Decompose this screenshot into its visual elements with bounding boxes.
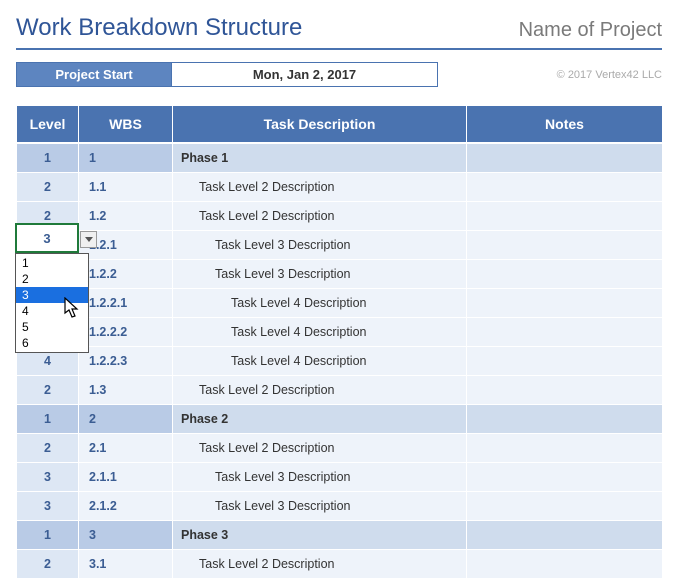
cell-notes[interactable] [467,433,663,462]
cell-level[interactable]: 2 [17,172,79,201]
cell-wbs[interactable]: 1.3 [79,375,173,404]
table-row: 21.1Task Level 2 Description [17,172,663,201]
cell-level[interactable]: 1 [17,520,79,549]
cell-wbs[interactable]: 1.2.2.1 [79,288,173,317]
table-row: 21.2Task Level 2 Description [17,201,663,230]
cell-level[interactable]: 3 [17,462,79,491]
cell-level[interactable]: 2 [17,375,79,404]
cell-notes[interactable] [467,172,663,201]
cell-wbs[interactable]: 1 [79,143,173,172]
cell-wbs[interactable]: 1.2 [79,201,173,230]
cell-level[interactable]: 2 [17,433,79,462]
cell-notes[interactable] [467,230,663,259]
table-row: 12Phase 2 [17,404,663,433]
cell-wbs[interactable]: 2 [79,404,173,433]
table-row: 41.2.2.2Task Level 4 Description [17,317,663,346]
table-row: 21.3Task Level 2 Description [17,375,663,404]
cell-wbs[interactable]: 3.1 [79,549,173,578]
col-desc[interactable]: Task Description [173,106,467,144]
table-row: 13Phase 3 [17,520,663,549]
dropdown-option[interactable]: 3 [16,287,88,303]
cell-notes[interactable] [467,346,663,375]
dropdown-option[interactable]: 2 [16,271,88,287]
cell-notes[interactable] [467,201,663,230]
table-row: 41.2.2.3Task Level 4 Description [17,346,663,375]
cell-desc[interactable]: Task Level 2 Description [173,375,467,404]
cell-notes[interactable] [467,317,663,346]
level-dropdown[interactable]: 123456 [15,253,89,353]
cell-desc[interactable]: Task Level 4 Description [173,317,467,346]
active-cell-value: 3 [43,231,50,246]
cell-notes[interactable] [467,143,663,172]
cell-desc[interactable]: Phase 1 [173,143,467,172]
cell-wbs[interactable]: 2.1.1 [79,462,173,491]
project-start-value[interactable]: Mon, Jan 2, 2017 [172,62,438,87]
cell-desc[interactable]: Phase 2 [173,404,467,433]
cell-notes[interactable] [467,375,663,404]
cell-desc[interactable]: Task Level 4 Description [173,346,467,375]
table-row: 31.2.1Task Level 3 Description [17,230,663,259]
cell-level[interactable]: 3 [17,491,79,520]
project-start-label: Project Start [16,62,172,87]
table-row: 31.2.2Task Level 3 Description [17,259,663,288]
cell-desc[interactable]: Task Level 3 Description [173,491,467,520]
cell-desc[interactable]: Task Level 2 Description [173,172,467,201]
table-row: 41.2.2.1Task Level 4 Description [17,288,663,317]
cell-notes[interactable] [467,259,663,288]
project-name: Name of Project [519,19,662,42]
copyright: © 2017 Vertex42 LLC [557,69,662,81]
table-row: 32.1.1Task Level 3 Description [17,462,663,491]
cell-level[interactable]: 2 [17,549,79,578]
cell-desc[interactable]: Task Level 3 Description [173,230,467,259]
cell-level[interactable]: 1 [17,143,79,172]
cell-desc[interactable]: Phase 3 [173,520,467,549]
cell-level[interactable]: 1 [17,404,79,433]
cell-wbs[interactable]: 1.2.2 [79,259,173,288]
cell-desc[interactable]: Task Level 2 Description [173,549,467,578]
page-title: Work Breakdown Structure [16,14,302,42]
cell-notes[interactable] [467,520,663,549]
col-notes[interactable]: Notes [467,106,663,144]
table-row: 11Phase 1 [17,143,663,172]
dropdown-option[interactable]: 4 [16,303,88,319]
dropdown-option[interactable]: 5 [16,319,88,335]
project-start-row: Project Start Mon, Jan 2, 2017 © 2017 Ve… [16,62,662,87]
cell-notes[interactable] [467,549,663,578]
cell-wbs[interactable]: 1.2.2.2 [79,317,173,346]
cell-desc[interactable]: Task Level 2 Description [173,201,467,230]
cell-wbs[interactable]: 3 [79,520,173,549]
cell-wbs[interactable]: 1.2.2.3 [79,346,173,375]
table-row: 23.1Task Level 2 Description [17,549,663,578]
cell-wbs[interactable]: 1.1 [79,172,173,201]
cell-notes[interactable] [467,404,663,433]
cell-wbs[interactable]: 2.1.2 [79,491,173,520]
dropdown-arrow-icon[interactable] [80,231,97,248]
cell-desc[interactable]: Task Level 3 Description [173,259,467,288]
cell-notes[interactable] [467,288,663,317]
dropdown-option[interactable]: 1 [16,255,88,271]
cell-desc[interactable]: Task Level 2 Description [173,433,467,462]
cell-notes[interactable] [467,491,663,520]
table-row: 32.1.2Task Level 3 Description [17,491,663,520]
cell-desc[interactable]: Task Level 3 Description [173,462,467,491]
dropdown-option[interactable]: 6 [16,335,88,351]
active-cell[interactable]: 3 [15,223,79,253]
cell-wbs[interactable]: 2.1 [79,433,173,462]
table-row: 22.1Task Level 2 Description [17,433,663,462]
table-header-row: Level WBS Task Description Notes [17,106,663,144]
col-wbs[interactable]: WBS [79,106,173,144]
cell-desc[interactable]: Task Level 4 Description [173,288,467,317]
col-level[interactable]: Level [17,106,79,144]
header: Work Breakdown Structure Name of Project [16,14,662,50]
wbs-table: Level WBS Task Description Notes 11Phase… [16,105,663,579]
cell-notes[interactable] [467,462,663,491]
